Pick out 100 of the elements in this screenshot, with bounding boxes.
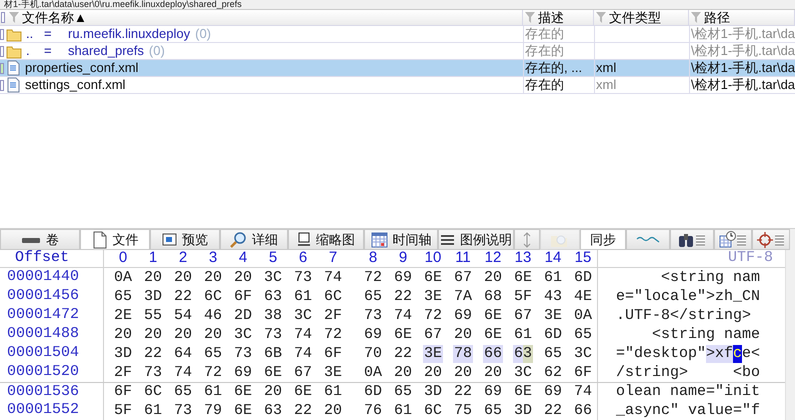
hex-byte[interactable]: 22 — [142, 344, 163, 362]
checkbox[interactable] — [1, 12, 5, 23]
hex-byte[interactable]: 22 — [452, 383, 473, 401]
hex-byte[interactable]: 63 — [262, 288, 283, 306]
hex-byte[interactable]: 43 — [542, 288, 563, 306]
hex-byte[interactable]: 65 — [392, 383, 413, 401]
hex-byte[interactable]: 55 — [142, 306, 163, 324]
hex-byte[interactable]: 20 — [112, 326, 133, 344]
hex-byte[interactable]: 67 — [422, 326, 443, 344]
hex-byte[interactable]: 20 — [422, 364, 443, 382]
hex-byte[interactable]: 72 — [322, 326, 343, 344]
toolbar-tab[interactable]: 卷 — [0, 229, 80, 250]
hex-byte[interactable]: 6E — [482, 306, 503, 324]
text-segment[interactable]: /string> <bo — [616, 364, 760, 382]
hex-byte[interactable]: 67 — [512, 306, 533, 324]
hex-byte[interactable]: 63 — [262, 402, 283, 420]
hex-byte[interactable]: 22 — [292, 402, 313, 420]
text-segment[interactable]: .UTF-8</string> — [616, 306, 752, 324]
hex-byte[interactable]: 65 — [542, 344, 563, 362]
column-header[interactable]: 路径 — [689, 10, 795, 25]
toolbar-tab[interactable]: 文件 — [80, 229, 150, 250]
hex-byte[interactable]: 20 — [172, 326, 193, 344]
hex-byte[interactable]: 3D — [112, 344, 133, 362]
hex-byte[interactable]: 73 — [172, 402, 193, 420]
hex-byte[interactable]: 4E — [572, 288, 593, 306]
column-header[interactable]: 文件名称▲ — [0, 10, 523, 25]
toolbar-tab[interactable]: 缩略图 — [288, 229, 364, 250]
hex-byte[interactable]: 61 — [512, 326, 533, 344]
toolbar-button[interactable] — [752, 229, 790, 250]
hex-byte[interactable]: 22 — [172, 288, 193, 306]
hex-byte[interactable]: 20 — [392, 364, 413, 382]
hex-byte[interactable]: 74 — [292, 326, 313, 344]
hex-byte[interactable]: 2F — [322, 306, 343, 324]
text-segment[interactable]: c — [733, 344, 742, 362]
hex-byte[interactable]: 54 — [172, 306, 193, 324]
hex-byte[interactable]: 7A — [452, 288, 473, 306]
hex-byte[interactable]: 5F — [112, 402, 133, 420]
hex-byte[interactable]: 6F — [112, 383, 133, 401]
text-segment[interactable]: <string nam — [616, 268, 760, 286]
toolbar-tab[interactable]: 时间轴 — [364, 229, 438, 250]
hex-byte[interactable]: 74 — [292, 344, 313, 362]
hex-byte[interactable]: 6C — [142, 383, 163, 401]
text-segment[interactable]: _async" value="f — [616, 402, 760, 420]
hex-byte[interactable]: 2D — [232, 306, 253, 324]
hex-byte[interactable]: 67 — [452, 268, 473, 286]
hex-byte[interactable]: 20 — [172, 268, 193, 286]
scrollbar[interactable] — [785, 250, 795, 420]
toolbar-tab[interactable]: 图例说明 — [438, 229, 514, 250]
hex-byte[interactable]: 73 — [362, 306, 383, 324]
text-segment[interactable]: e="locale">zh_CN — [616, 288, 760, 306]
hex-byte[interactable]: 65 — [172, 383, 193, 401]
hex-byte[interactable]: 3C — [262, 268, 283, 286]
hex-byte[interactable]: 74 — [392, 306, 413, 324]
hex-byte[interactable]: 6F — [572, 364, 593, 382]
hex-byte[interactable]: 3E — [322, 364, 343, 382]
hex-byte[interactable]: 62 — [542, 364, 563, 382]
hex-byte[interactable]: 63 — [512, 344, 533, 362]
hex-byte[interactable]: 3E — [422, 344, 443, 362]
hex-byte[interactable]: 6F — [322, 344, 343, 362]
hex-byte[interactable]: 74 — [322, 268, 343, 286]
hex-byte[interactable]: 68 — [482, 288, 503, 306]
text-segment[interactable]: e< — [742, 344, 760, 362]
hex-byte[interactable]: 6E — [232, 402, 253, 420]
hex-byte[interactable]: 5F — [512, 288, 533, 306]
hex-byte[interactable]: 65 — [112, 288, 133, 306]
column-header[interactable]: 文件类型 — [594, 10, 689, 25]
hex-byte[interactable]: 20 — [142, 326, 163, 344]
hex-byte[interactable]: 72 — [202, 364, 223, 382]
hex-byte[interactable]: 3E — [542, 306, 563, 324]
hex-byte[interactable]: 73 — [262, 326, 283, 344]
hex-byte[interactable]: 46 — [202, 306, 223, 324]
hex-byte[interactable]: 3D — [512, 402, 533, 420]
hex-byte[interactable]: 6C — [202, 288, 223, 306]
hex-byte[interactable]: 69 — [542, 383, 563, 401]
hex-byte[interactable]: 78 — [452, 344, 473, 362]
hex-byte[interactable]: 0A — [112, 268, 133, 286]
hex-byte[interactable]: 20 — [202, 326, 223, 344]
toolbar-button[interactable] — [714, 229, 752, 250]
hex-byte[interactable]: 61 — [322, 383, 343, 401]
hex-byte[interactable]: 6E — [422, 268, 443, 286]
hex-byte[interactable]: 20 — [232, 268, 253, 286]
hex-byte[interactable]: 70 — [362, 344, 383, 362]
text-segment[interactable]: >xf — [706, 344, 734, 362]
checkbox[interactable] — [0, 28, 4, 40]
hex-byte[interactable]: 6C — [322, 288, 343, 306]
hex-byte[interactable]: 69 — [482, 383, 503, 401]
hex-byte[interactable]: 6F — [232, 288, 253, 306]
hex-byte[interactable]: 2F — [112, 364, 133, 382]
hex-byte[interactable]: 6E — [512, 383, 533, 401]
hex-byte[interactable]: 69 — [452, 306, 473, 324]
hex-byte[interactable]: 20 — [452, 326, 473, 344]
hex-byte[interactable]: 75 — [452, 402, 473, 420]
hex-byte[interactable]: 72 — [422, 306, 443, 324]
toolbar-tab[interactable]: 预览 — [150, 229, 220, 250]
toolbar-button[interactable] — [670, 229, 714, 250]
hex-byte[interactable]: 73 — [292, 268, 313, 286]
hex-byte[interactable]: 3E — [422, 288, 443, 306]
hex-byte[interactable]: 3C — [292, 306, 313, 324]
hex-byte[interactable]: 6D — [362, 383, 383, 401]
hex-byte[interactable]: 65 — [482, 402, 503, 420]
